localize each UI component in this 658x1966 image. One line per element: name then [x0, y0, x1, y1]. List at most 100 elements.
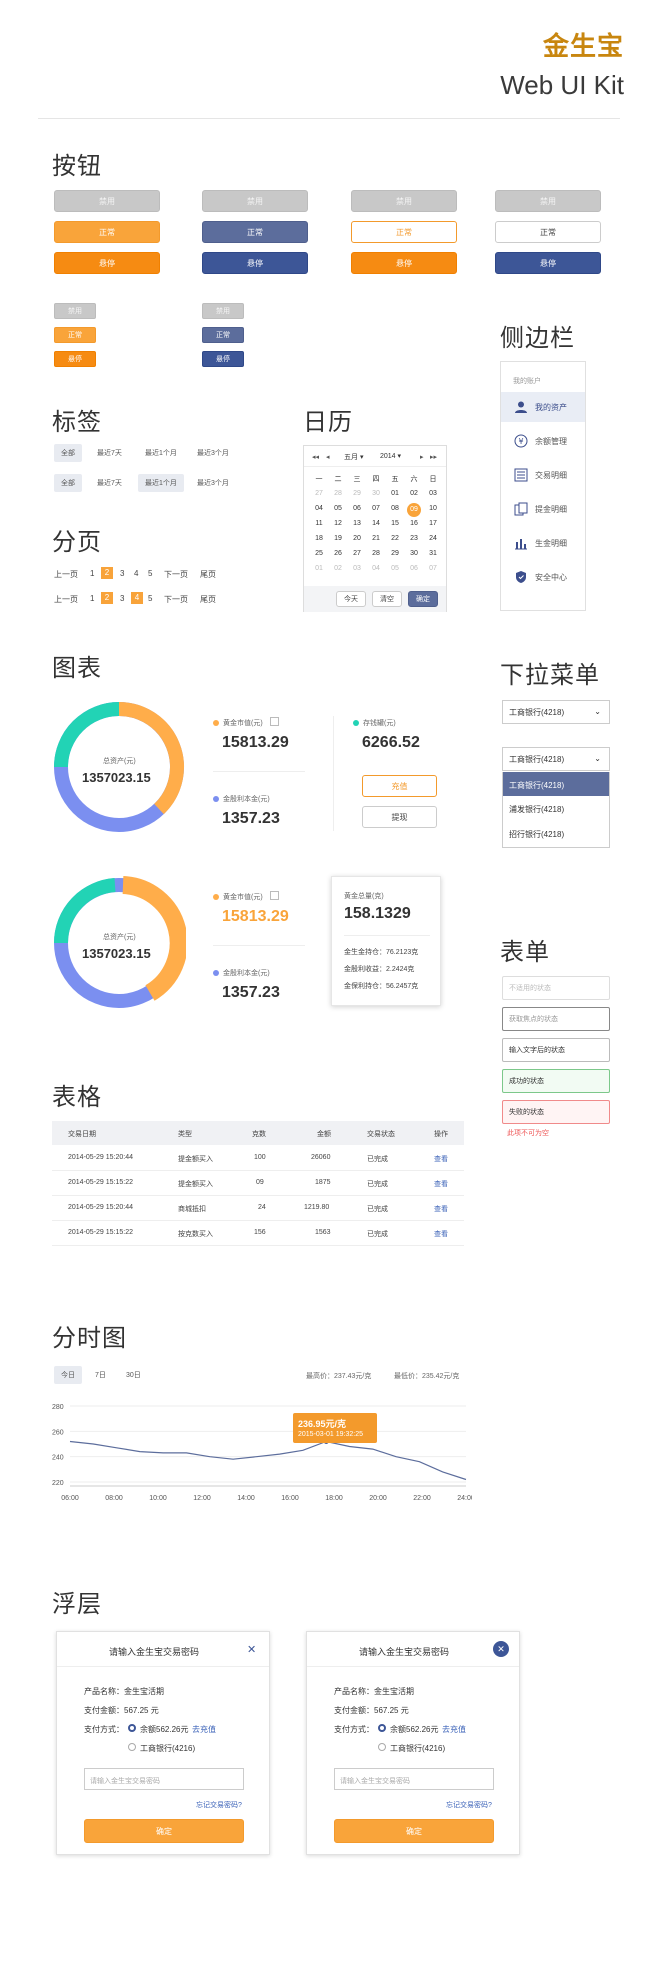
cal-day[interactable]: 22: [386, 535, 404, 542]
btn-small-disabled-1[interactable]: 禁用: [54, 303, 96, 319]
cal-day[interactable]: 03: [348, 565, 366, 572]
input-disabled[interactable]: 不适用的状态: [502, 976, 610, 1000]
forgot-link[interactable]: 忘记交易密码?: [446, 1800, 492, 1810]
cal-day[interactable]: 02: [329, 565, 347, 572]
cal-today-button[interactable]: 今天: [336, 591, 366, 607]
cal-day[interactable]: 08: [386, 505, 404, 512]
cal-day[interactable]: 31: [424, 550, 442, 557]
close-icon[interactable]: ✕: [493, 1641, 509, 1657]
cal-day[interactable]: 18: [310, 535, 328, 542]
cal-next-month-icon[interactable]: ▸: [420, 453, 424, 461]
cal-day[interactable]: 24: [424, 535, 442, 542]
cal-year-select[interactable]: 2014 ▾: [380, 452, 401, 460]
cal-clear-button[interactable]: 清空: [372, 591, 402, 607]
btn-hover-1[interactable]: 悬停: [54, 252, 160, 274]
tab-30days[interactable]: 30日: [119, 1366, 148, 1384]
modal-ok-button[interactable]: 确定: [84, 1819, 244, 1843]
cal-day[interactable]: 28: [329, 490, 347, 497]
cal-day[interactable]: 07: [424, 565, 442, 572]
btn-hover-2[interactable]: 悬停: [202, 252, 308, 274]
tag-3months[interactable]: 最近3个月: [190, 474, 236, 492]
page-2[interactable]: 2: [101, 592, 113, 604]
radio-checked[interactable]: [128, 1724, 136, 1732]
tag-all[interactable]: 全部: [54, 474, 82, 492]
btn-disabled-2[interactable]: 禁用: [202, 190, 308, 212]
radio-checked[interactable]: [378, 1724, 386, 1732]
dropdown-option[interactable]: 浦发银行(4218): [503, 798, 609, 822]
cal-day[interactable]: 29: [386, 550, 404, 557]
view-link[interactable]: 查看: [434, 1179, 448, 1189]
btn-small-hover-1[interactable]: 悬停: [54, 351, 96, 367]
btn-hover-3[interactable]: 悬停: [351, 252, 457, 274]
input-filled[interactable]: 输入文字后的状态: [502, 1038, 610, 1062]
cal-day[interactable]: 28: [367, 550, 385, 557]
view-link[interactable]: 查看: [434, 1229, 448, 1239]
page-4[interactable]: 4: [131, 592, 143, 604]
cal-day[interactable]: 27: [310, 490, 328, 497]
password-input[interactable]: 请输入金生宝交易密码: [334, 1768, 494, 1790]
cal-day[interactable]: 11: [310, 520, 328, 527]
page-5[interactable]: 5: [148, 569, 152, 578]
modal-recharge-link[interactable]: 去充值: [192, 1724, 216, 1735]
cal-day[interactable]: 06: [348, 505, 366, 512]
view-link[interactable]: 查看: [434, 1204, 448, 1214]
cal-day[interactable]: 04: [367, 565, 385, 572]
btn-normal-1[interactable]: 正常: [54, 221, 160, 243]
page-prev[interactable]: 上一页: [54, 594, 78, 605]
close-icon[interactable]: ✕: [247, 1643, 256, 1656]
cal-day[interactable]: 20: [348, 535, 366, 542]
page-4[interactable]: 4: [134, 569, 138, 578]
page-3[interactable]: 3: [120, 569, 124, 578]
page-1[interactable]: 1: [90, 594, 94, 603]
page-prev[interactable]: 上一页: [54, 569, 78, 580]
page-2[interactable]: 2: [101, 567, 113, 579]
cal-day[interactable]: 17: [424, 520, 442, 527]
btn-hover-4[interactable]: 悬停: [495, 252, 601, 274]
cal-day[interactable]: 09: [407, 503, 421, 517]
cal-day[interactable]: 26: [329, 550, 347, 557]
radio-unchecked[interactable]: [378, 1743, 386, 1751]
radio-unchecked[interactable]: [128, 1743, 136, 1751]
cal-day[interactable]: 05: [329, 505, 347, 512]
cal-day[interactable]: 25: [310, 550, 328, 557]
page-last[interactable]: 尾页: [200, 594, 216, 605]
withdraw-button[interactable]: 提现: [362, 806, 437, 828]
cal-day[interactable]: 05: [386, 565, 404, 572]
btn-disabled-3[interactable]: 禁用: [351, 190, 457, 212]
cal-prev-month-icon[interactable]: ◂: [326, 453, 330, 461]
cal-day[interactable]: 04: [310, 505, 328, 512]
tab-today[interactable]: 今日: [54, 1366, 82, 1384]
recharge-button[interactable]: 充值: [362, 775, 437, 797]
btn-normal-2[interactable]: 正常: [202, 221, 308, 243]
cal-day[interactable]: 14: [367, 520, 385, 527]
cal-day[interactable]: 15: [386, 520, 404, 527]
sidebar-item-balance[interactable]: ¥ 余额管理: [501, 426, 585, 456]
input-error[interactable]: 失败的状态: [502, 1100, 610, 1124]
cal-day[interactable]: 10: [424, 505, 442, 512]
tag-1month[interactable]: 最近1个月: [138, 444, 184, 462]
tag-all[interactable]: 全部: [54, 444, 82, 462]
dropdown-expanded[interactable]: 工商银行(4218) ⌄: [502, 747, 610, 771]
info-icon[interactable]: [270, 717, 279, 726]
dropdown-collapsed[interactable]: 工商银行(4218) ⌄: [502, 700, 610, 724]
tag-3months[interactable]: 最近3个月: [190, 444, 236, 462]
cal-day[interactable]: 01: [386, 490, 404, 497]
page-3[interactable]: 3: [120, 594, 124, 603]
input-success[interactable]: 成功的状态: [502, 1069, 610, 1093]
sidebar-item-assets[interactable]: 我的资产: [501, 392, 585, 422]
info-icon[interactable]: [270, 891, 279, 900]
cal-month-select[interactable]: 五月 ▾: [344, 452, 363, 462]
btn-normal-3[interactable]: 正常: [351, 221, 457, 243]
cal-day[interactable]: 30: [367, 490, 385, 497]
btn-small-disabled-2[interactable]: 禁用: [202, 303, 244, 319]
cal-day[interactable]: 12: [329, 520, 347, 527]
cal-day[interactable]: 29: [348, 490, 366, 497]
forgot-link[interactable]: 忘记交易密码?: [196, 1800, 242, 1810]
page-1[interactable]: 1: [90, 569, 94, 578]
page-5[interactable]: 5: [148, 594, 152, 603]
dropdown-option[interactable]: 招行银行(4218): [503, 823, 609, 847]
modal-ok-button[interactable]: 确定: [334, 1819, 494, 1843]
cal-day[interactable]: 03: [424, 490, 442, 497]
cal-day[interactable]: 30: [405, 550, 423, 557]
dropdown-option[interactable]: 工商银行(4218): [503, 772, 609, 796]
